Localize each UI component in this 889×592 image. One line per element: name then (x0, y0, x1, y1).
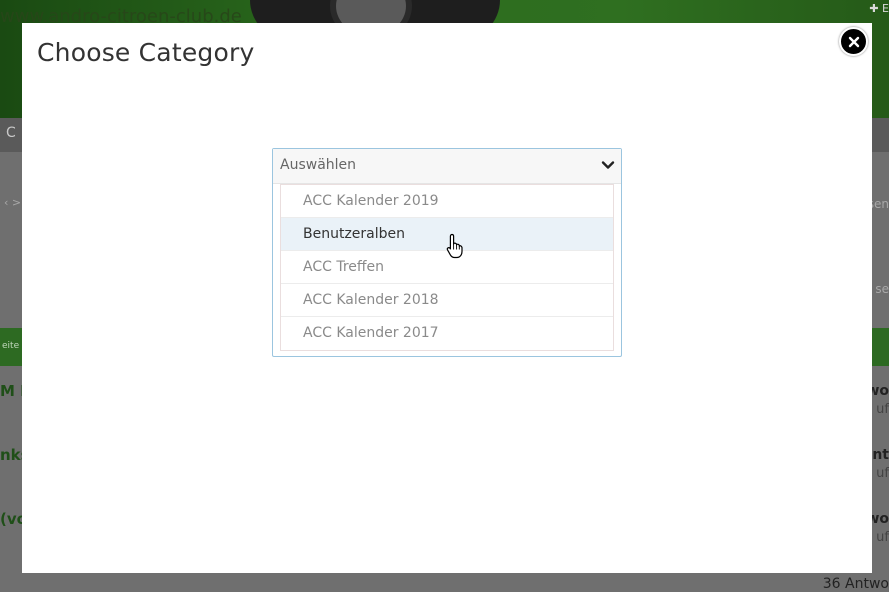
category-options-list: ACC Kalender 2019 Benutzeralben ACC Tref… (280, 184, 614, 351)
section-bar-text: eite (2, 341, 20, 351)
close-button[interactable] (839, 27, 868, 56)
modal-title: Choose Category (37, 38, 255, 67)
right-snippet: se (875, 282, 889, 296)
reply-summary: 36 Antwo (822, 576, 889, 592)
reply-sub: uf (876, 530, 889, 545)
header-action-link: ✚ E (869, 2, 889, 15)
category-option-acc-kalender-2017[interactable]: ACC Kalender 2017 (281, 317, 613, 350)
category-select[interactable]: Auswählen ACC Kalender 2019 Benutzeralbe… (272, 148, 622, 357)
reply-sub: uf (876, 402, 889, 417)
category-select-value: Auswählen (280, 157, 357, 173)
close-icon (848, 36, 859, 47)
category-option-acc-kalender-2018[interactable]: ACC Kalender 2018 (281, 284, 613, 317)
breadcrumb: ‹ > (4, 196, 22, 209)
nav-item: C (6, 125, 16, 141)
reply-sub: uf (876, 466, 889, 481)
category-option-benutzeralben[interactable]: Benutzeralben (281, 218, 613, 251)
reply-count: nt (872, 447, 889, 463)
category-option-acc-treffen[interactable]: ACC Treffen (281, 251, 613, 284)
chevron-down-icon (601, 161, 615, 169)
category-option-acc-kalender-2019[interactable]: ACC Kalender 2019 (281, 185, 613, 218)
category-select-toggle[interactable]: Auswählen (273, 149, 621, 184)
